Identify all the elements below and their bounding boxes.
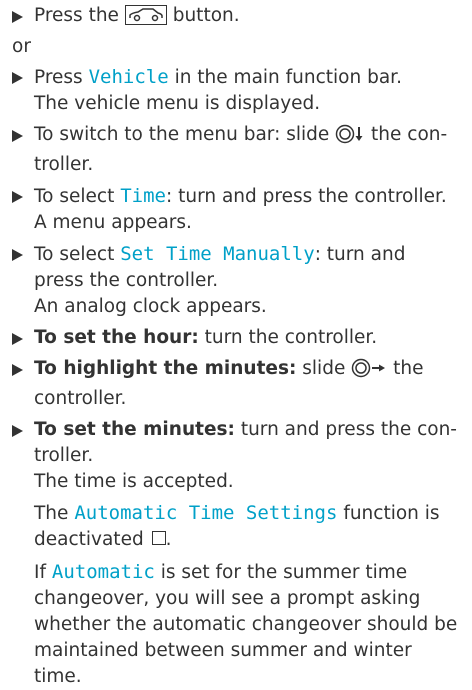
step-text: slide xyxy=(302,358,346,379)
menu-term-set-time-manually: Set Time Manually xyxy=(120,243,315,265)
paragraph-automatic-changeover: If Automatic is set for the summer time … xyxy=(12,559,472,690)
step-select-set-time-manually: To select Set Time Manually: turn and pr… xyxy=(12,241,472,320)
menu-term-vehicle: Vehicle xyxy=(88,66,169,88)
step-highlight-minutes: To highlight the minutes: slide the cont… xyxy=(12,356,472,412)
step-text: To switch to the menu bar: slide xyxy=(34,124,330,145)
step-heading: To highlight the minutes: xyxy=(34,358,297,379)
bullet-triangle-icon xyxy=(12,333,23,345)
bullet-triangle-icon xyxy=(12,425,23,437)
step-select-time: To select Time: turn and press the contr… xyxy=(12,183,472,236)
para-text: deactivated xyxy=(34,529,144,550)
vehicle-button-icon xyxy=(124,5,167,25)
step-set-hour: To set the hour: turn the controller. xyxy=(12,325,472,351)
step-heading: To set the minutes: xyxy=(34,419,235,440)
step-text: troller. xyxy=(34,445,94,466)
menu-term-time: Time xyxy=(120,185,166,207)
step-text: : turn and xyxy=(314,244,406,265)
instructions-page: Press the button. or Press Vehicle in th… xyxy=(0,0,472,690)
step-press-vehicle-menu: Press Vehicle in the main function bar. … xyxy=(12,64,472,117)
controller-slide-right-icon xyxy=(351,358,387,386)
step-text: button. xyxy=(172,5,240,26)
step-result: The vehicle menu is displayed. xyxy=(34,93,321,114)
para-text: whether the automatic changeover should … xyxy=(34,614,458,635)
para-text: changeover, you will see a prompt asking xyxy=(34,588,421,609)
bullet-triangle-icon xyxy=(12,191,23,203)
step-text: Press xyxy=(34,67,83,88)
para-text: If xyxy=(34,562,46,583)
or-separator: or xyxy=(12,36,31,57)
checkbox-empty-icon xyxy=(151,531,166,545)
bullet-triangle-icon xyxy=(12,364,23,376)
step-text: in the main function bar. xyxy=(174,67,402,88)
para-text: maintained between summer and winter xyxy=(34,640,412,661)
step-switch-menu-bar: To switch to the menu bar: slide the con… xyxy=(12,122,472,178)
step-result: The time is accepted. xyxy=(34,471,234,492)
step-press-vehicle-button: Press the button. xyxy=(12,3,472,29)
bullet-triangle-icon xyxy=(12,11,23,23)
step-text: To select xyxy=(34,186,115,207)
para-text: The xyxy=(34,503,69,524)
bullet-triangle-icon xyxy=(12,249,23,261)
bullet-triangle-icon xyxy=(12,130,23,142)
step-text: : turn and press the controller. xyxy=(165,186,447,207)
step-result: An analog clock appears. xyxy=(34,296,267,317)
step-set-minutes: To set the minutes: turn and press the c… xyxy=(12,417,472,495)
step-text: To select xyxy=(34,244,115,265)
step-text: press the controller. xyxy=(34,270,219,291)
step-text: troller. xyxy=(34,154,94,175)
step-text: turn the controller. xyxy=(204,327,378,348)
controller-slide-down-icon xyxy=(335,124,365,152)
step-heading: To set the hour: xyxy=(34,327,199,348)
menu-term-automatic-time-settings: Automatic Time Settings xyxy=(74,502,338,524)
bullet-triangle-icon xyxy=(12,72,23,84)
menu-term-automatic: Automatic xyxy=(51,561,155,583)
para-text: time. xyxy=(34,666,82,687)
para-text: function is xyxy=(343,503,440,524)
step-result: A menu appears. xyxy=(34,212,192,233)
step-text: the xyxy=(393,358,424,379)
paragraph-automatic-time-settings: The Automatic Time Settings function is … xyxy=(34,502,440,550)
step-text: the con- xyxy=(371,124,448,145)
para-text: is set for the summer time xyxy=(160,562,408,583)
step-text: Press the xyxy=(34,5,119,26)
step-text: turn and press the con- xyxy=(240,419,457,440)
step-text: controller. xyxy=(34,388,127,409)
